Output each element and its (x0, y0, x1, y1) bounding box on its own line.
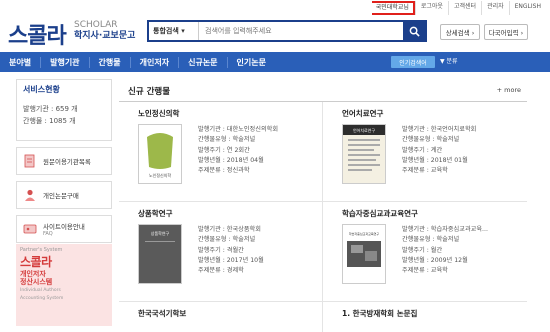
journal-publisher: 발행기관 : 한국언어치료학회 (402, 126, 477, 133)
journal-publisher: 발행기관 : 대한노인정신의학회 (198, 126, 279, 133)
journal-info: 발행기관 : 대한노인정신의학회 간행물유형 : 학술저널 발행주기 : 연 2… (198, 125, 278, 176)
journal-cover-text: 학습자중심교과교육연구 (349, 231, 380, 236)
utility-links: 국민대학교님 로그아웃 고객센터 관리자 ENGLISH (371, 1, 546, 15)
english-link[interactable]: ENGLISH (508, 1, 546, 15)
journal-name[interactable]: 상품학연구 (138, 208, 173, 219)
journal-name[interactable]: 1. 한국방재학회 논문집 (342, 308, 417, 319)
logo-subtitle: SCHOLAR 학지사·교보문고 (74, 20, 135, 42)
service-status-box: 서비스현황 발행기관 : 659 개 간행물 : 1085 개 (16, 79, 112, 141)
journal-cover-text: 상품학연구 (151, 230, 170, 236)
top-utility-bar: 국민대학교님 로그아웃 고객센터 관리자 ENGLISH (0, 0, 550, 15)
journal-date: 발행년월 : 2018년 04월 (198, 156, 264, 164)
logout-link[interactable]: 로그아웃 (414, 1, 448, 15)
nav-item-popular-papers[interactable]: 인기논문 (228, 57, 275, 68)
journal-name[interactable]: 노인정신의학 (138, 108, 179, 119)
journal-subject: 주제분류 : 정신과학 (198, 167, 250, 175)
nav-item-journal[interactable]: 간행물 (90, 56, 131, 68)
journal-publisher: 발행기관 : 한국상품학회 (198, 226, 261, 233)
journal-name[interactable]: 학습자중심교과교육연구 (342, 208, 418, 219)
sidebar: 서비스현황 발행기관 : 659 개 간행물 : 1085 개 원문이용기관목록… (16, 79, 112, 326)
nav-item-publisher[interactable]: 발행기관 (41, 56, 90, 68)
admin-link[interactable]: 관리자 (481, 1, 509, 15)
sidebar-link-label: 사이트이용안내 (43, 223, 85, 231)
hot-search-category[interactable]: ▼ 분류 (440, 56, 544, 65)
section-title: 신규 간행물 (128, 87, 171, 97)
journal-frequency: 발행주기 : 격월간 (198, 246, 244, 254)
journal-name[interactable]: 언어치료연구 (342, 108, 383, 119)
journal-date: 발행년월 : 2018년 01월 (402, 156, 468, 164)
search-icon (409, 26, 420, 37)
journal-name[interactable]: 한국국석기학보 (138, 308, 186, 319)
journal-info: 발행기관 : 학습자중심교과교육... 간행물유형 : 학술저널 발행주기 : … (402, 225, 488, 276)
partner-system-banner[interactable]: Partner's System 스콜라 개인저자 정산시스템 Individu… (16, 244, 112, 326)
user-icon (21, 187, 39, 203)
journal-cover[interactable]: 학습자중심교과교육연구 (342, 224, 386, 284)
journal-card[interactable]: 상품학연구 상품학연구 발행기관 : 한국상품학회 간행물유형 : 학술저널 발… (119, 202, 323, 302)
nav-item-new-papers[interactable]: 신규논문 (179, 56, 228, 68)
document-icon (21, 153, 39, 169)
main-nav: 분야별 발행기관 간행물 개인저자 신규논문 인기논문 인기검색어 ▼ 분류 (0, 52, 550, 72)
journal-frequency: 발행주기 : 연 2회간 (198, 146, 250, 154)
journal-card[interactable]: 1. 한국방재학회 논문집 (323, 302, 527, 332)
journal-count: 간행물 : 1085 개 (23, 117, 76, 125)
journal-type: 간행물유형 : 학술저널 (402, 236, 460, 244)
journal-info: 발행기관 : 한국상품학회 간행물유형 : 학술저널 발행주기 : 격월간 발행… (198, 225, 264, 276)
user-name-link[interactable]: 국민대학교님 (371, 1, 415, 15)
journal-frequency: 발행주기 : 계간 (402, 146, 443, 154)
search-bar: 통합검색 ▾ (147, 20, 427, 42)
sidebar-link-text: 사이트이용안내 FAQ (43, 221, 85, 237)
customer-center-link[interactable]: 고객센터 (447, 1, 481, 15)
journal-type: 간행물유형 : 학술저널 (198, 236, 256, 244)
journal-cover[interactable]: 언어치료연구 (342, 124, 386, 184)
partner-en-2: Accounting System (20, 296, 64, 301)
search-scope-select[interactable]: 통합검색 ▾ (149, 22, 199, 40)
multilingual-input-button[interactable]: 다국어입력 › (484, 24, 528, 40)
partner-en-1: Individual Authors (20, 288, 61, 293)
sidebar-link-purchase[interactable]: 개인논문구매 (16, 181, 112, 209)
journal-info: 발행기관 : 한국언어치료학회 간행물유형 : 학술저널 발행주기 : 계간 발… (402, 125, 476, 176)
sidebar-link-institutions[interactable]: 원문이용기관목록 (16, 147, 112, 175)
faq-label: FAQ (43, 231, 53, 237)
journal-date: 발행년월 : 2017년 10월 (198, 256, 264, 264)
journal-frequency: 발행주기 : 월간 (402, 246, 443, 254)
hot-search-button[interactable]: 인기검색어 (391, 56, 435, 68)
journal-cover-text: 노인정신의학 (149, 172, 171, 178)
journal-subject: 주제분류 : 교육학 (402, 267, 448, 275)
service-status-title: 서비스현황 (23, 85, 60, 94)
sidebar-link-label: 개인논문구매 (43, 192, 79, 200)
journal-cover-text: 언어치료연구 (353, 127, 375, 133)
journal-card[interactable]: 학습자중심교과교육연구 학습자중심교과교육연구 발행기관 : 학습자중심교과교육… (323, 202, 527, 302)
journal-cover[interactable]: 노인정신의학 (138, 124, 182, 184)
partner-title: 스콜라 (20, 255, 52, 269)
journal-card[interactable]: 언어치료연구 언어치료연구 발행기관 : 한국언어치료학회 간행물유형 : 학술… (323, 102, 527, 202)
journal-date: 발행년월 : 2009년 12월 (402, 256, 468, 264)
search-button[interactable] (403, 22, 425, 40)
journal-type: 간행물유형 : 학술저널 (402, 136, 460, 144)
sidebar-link-label: 원문이용기관목록 (43, 158, 91, 166)
search-input[interactable] (199, 27, 403, 35)
guide-icon (21, 221, 39, 237)
header: 스콜라 SCHOLAR 학지사·교보문고 통합검색 ▾ 상세검색 › 다국어입력… (0, 14, 550, 52)
journal-type: 간행물유형 : 학술저널 (198, 136, 256, 144)
nav-item-field[interactable]: 분야별 (0, 56, 42, 68)
logo[interactable]: 스콜라 (8, 18, 67, 50)
advanced-search-button[interactable]: 상세검색 › (440, 24, 480, 40)
journal-card[interactable]: 한국국석기학보 (119, 302, 323, 332)
journal-subject: 주제분류 : 경제학 (198, 267, 244, 275)
logo-korean-sub: 학지사·교보문고 (74, 31, 136, 41)
more-link[interactable]: + more (497, 86, 521, 94)
journal-publisher: 발행기관 : 학습자중심교과교육... (402, 226, 488, 233)
journal-cover[interactable]: 상품학연구 (138, 224, 182, 284)
logo-english: SCHOLAR (74, 20, 118, 30)
journal-card[interactable]: 노인정신의학 노인정신의학 발행기관 : 대한노인정신의학회 간행물유형 : 학… (119, 102, 323, 202)
sidebar-link-guide[interactable]: 사이트이용안내 FAQ (16, 215, 112, 243)
partner-subtitle-2: 정산시스템 (20, 278, 53, 286)
journal-subject: 주제분류 : 교육학 (402, 167, 448, 175)
partner-subtitle-1: 개인저자 (20, 270, 46, 278)
publisher-count: 발행기관 : 659 개 (23, 105, 78, 113)
nav-item-author[interactable]: 개인저자 (131, 56, 180, 68)
